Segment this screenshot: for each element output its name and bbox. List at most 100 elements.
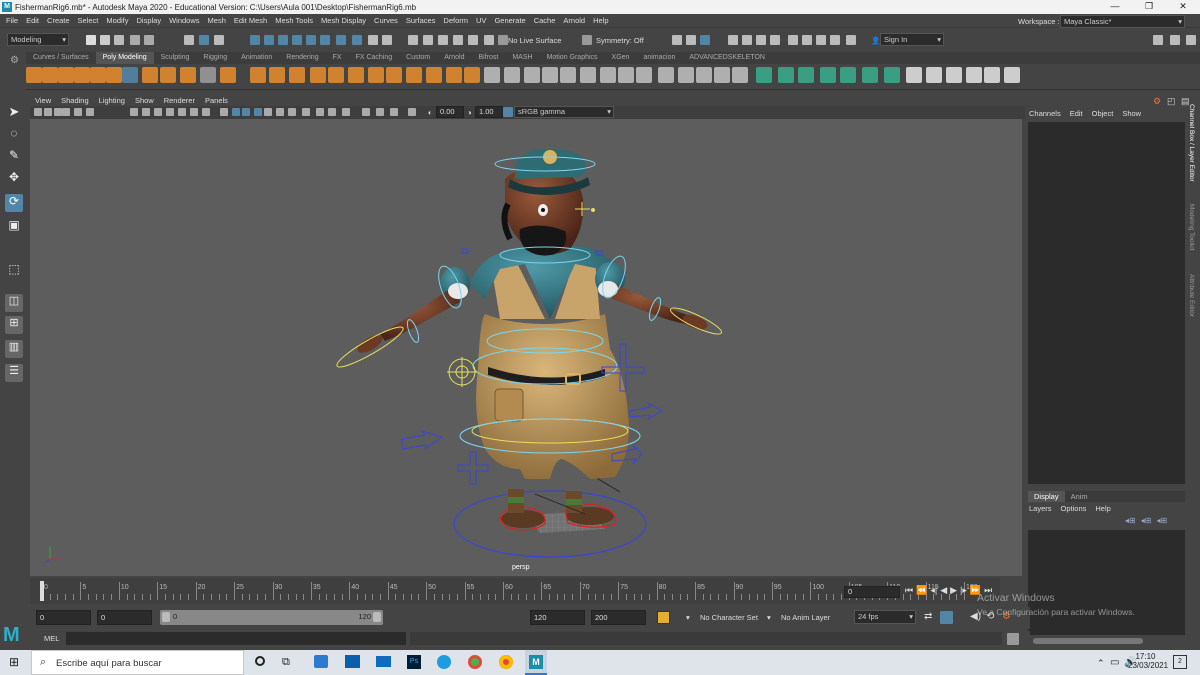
shelf-tab-rigging[interactable]: Rigging	[196, 52, 234, 64]
poly-sphere-icon[interactable]	[26, 67, 42, 83]
maya-taskbar-item[interactable]: M	[525, 650, 547, 675]
exposure-field[interactable]: 0.00	[436, 106, 464, 118]
isolate-select-icon[interactable]	[362, 108, 370, 116]
snap-surface-icon[interactable]	[306, 35, 316, 45]
poly-cube-icon[interactable]	[42, 67, 58, 83]
viewport-menu-view[interactable]: View	[30, 95, 56, 106]
rotate-tool-icon[interactable]: ⟳	[5, 194, 23, 212]
modeling-toolkit-toggle-icon[interactable]	[1153, 35, 1163, 45]
field-chart-icon[interactable]	[178, 108, 186, 116]
shelf-tab-sculpting[interactable]: Sculpting	[154, 52, 197, 64]
left-arm[interactable]	[355, 283, 468, 356]
shadows-icon[interactable]	[288, 108, 296, 116]
tray-chevron-icon[interactable]: ⌃	[1097, 658, 1105, 669]
menu-edit-mesh[interactable]: Edit Mesh	[230, 14, 271, 28]
channel-box-toggle-icon[interactable]	[1186, 35, 1196, 45]
bridge-icon[interactable]	[406, 67, 422, 83]
range-slider[interactable]: 0 120	[160, 610, 383, 625]
menu-mesh-display[interactable]: Mesh Display	[317, 14, 370, 28]
undo-icon[interactable]	[130, 35, 140, 45]
poly-torus-icon[interactable]	[90, 67, 106, 83]
cortana-icon[interactable]	[255, 656, 265, 666]
sign-in-dropdown[interactable]: Sign In ▾	[880, 33, 944, 46]
current-time-marker[interactable]	[40, 581, 44, 601]
menu-mesh[interactable]: Mesh	[204, 14, 230, 28]
clock[interactable]: 17:10 23/03/2021	[1128, 652, 1168, 670]
shelf-tab-bifrost[interactable]: Bifrost	[472, 52, 506, 64]
separate-icon[interactable]	[289, 67, 305, 83]
sew-uv-icon[interactable]	[884, 67, 900, 83]
photoshop-icon[interactable]: Ps	[407, 655, 421, 669]
sweep-mesh-icon[interactable]	[180, 67, 196, 83]
channel-box-menu-show[interactable]: Show	[1122, 109, 1141, 118]
snap-view-icon[interactable]	[292, 35, 302, 45]
channel-box-menu-edit[interactable]: Edit	[1070, 109, 1083, 118]
shelf-tab-poly-modeling[interactable]: Poly Modeling	[95, 52, 154, 64]
extract-icon[interactable]	[310, 67, 326, 83]
live-surface-label[interactable]: No Live Surface	[508, 36, 561, 45]
menu-create[interactable]: Create	[43, 14, 74, 28]
viewport-menu-lighting[interactable]: Lighting	[94, 95, 130, 106]
tab-channel-box[interactable]: Channel Box / Layer Editor	[1188, 104, 1195, 182]
shelf-options-icon[interactable]: ⚙	[10, 55, 19, 85]
bookmark-icon[interactable]	[54, 108, 62, 116]
collapse-icon[interactable]	[714, 67, 730, 83]
grease-pencil-icon[interactable]	[86, 108, 94, 116]
unfold-icon[interactable]	[906, 67, 922, 83]
toggle-panel-f-icon[interactable]	[802, 35, 812, 45]
smooth-shade-icon[interactable]	[232, 108, 240, 116]
hypershade-icon[interactable]	[468, 35, 478, 45]
new-layer-icon[interactable]: ◂⊞	[1156, 516, 1167, 525]
toggle-panel-e-icon[interactable]	[788, 35, 798, 45]
step-forward-frame-icon[interactable]: |▸	[960, 585, 967, 596]
tab-attribute-editor[interactable]: Attribute Editor	[1188, 274, 1195, 317]
motion-blur-icon[interactable]	[316, 108, 324, 116]
ambient-occlusion-icon[interactable]	[302, 108, 310, 116]
menu-deform[interactable]: Deform	[439, 14, 472, 28]
smooth-icon[interactable]	[328, 67, 344, 83]
image-plane-icon[interactable]	[62, 108, 70, 116]
channel-list[interactable]	[1028, 122, 1185, 484]
chrome-icon[interactable]	[499, 655, 513, 669]
delete-history-icon[interactable]	[946, 67, 962, 83]
menu-file[interactable]: File	[2, 14, 22, 28]
snap-edge-icon[interactable]	[336, 35, 346, 45]
channel-box-menu-channels[interactable]: Channels	[1029, 109, 1061, 118]
duplicate-face-icon[interactable]	[696, 67, 712, 83]
viewport-perspective[interactable]: persp	[30, 119, 1022, 576]
menu-select[interactable]: Select	[74, 14, 103, 28]
shelf-tab-motion-graphics[interactable]: Motion Graphics	[540, 52, 605, 64]
shelf-tab-animation[interactable]: Animation	[234, 52, 279, 64]
layer-scrollbar[interactable]	[1033, 638, 1143, 644]
live-surface-icon[interactable]	[498, 35, 508, 45]
camera-attributes-icon[interactable]	[44, 108, 52, 116]
backface-culling-icon[interactable]	[408, 108, 416, 116]
shelf-tab-fx-caching[interactable]: FX Caching	[349, 52, 400, 64]
xray-icon[interactable]	[700, 35, 710, 45]
booleans-icon[interactable]	[348, 67, 364, 83]
circularize-icon[interactable]	[678, 67, 694, 83]
task-view-icon[interactable]: ⧉	[282, 656, 290, 669]
menu-modify[interactable]: Modify	[102, 14, 132, 28]
play-backward-icon[interactable]: ◀	[940, 585, 947, 596]
layer-list[interactable]	[1028, 530, 1185, 635]
render-icon[interactable]	[423, 35, 433, 45]
cut-uv-icon[interactable]	[862, 67, 878, 83]
viewport-menu-shading[interactable]: Shading	[56, 95, 94, 106]
platonic-solid-icon[interactable]	[142, 67, 158, 83]
explorer-icon[interactable]	[468, 655, 482, 669]
mirror-icon[interactable]	[368, 67, 384, 83]
symmetry-icon[interactable]	[582, 35, 592, 45]
single-perspective-layout-icon[interactable]: ◫	[5, 294, 23, 312]
type-tool-icon[interactable]	[200, 67, 216, 83]
shelf-tab-xgen[interactable]: XGen	[605, 52, 637, 64]
character-set-label[interactable]: No Character Set	[700, 613, 758, 622]
shelf-tab-custom[interactable]: Custom	[399, 52, 437, 64]
go-to-start-icon[interactable]: ⏮	[905, 585, 913, 596]
ipr-render-icon[interactable]	[438, 35, 448, 45]
safe-action-icon[interactable]	[190, 108, 198, 116]
tab-modeling-toolkit[interactable]: Modeling Toolkit	[1188, 204, 1195, 251]
menu-uv[interactable]: UV	[472, 14, 490, 28]
menu-windows[interactable]: Windows	[165, 14, 203, 28]
film-gate-icon[interactable]	[142, 108, 150, 116]
